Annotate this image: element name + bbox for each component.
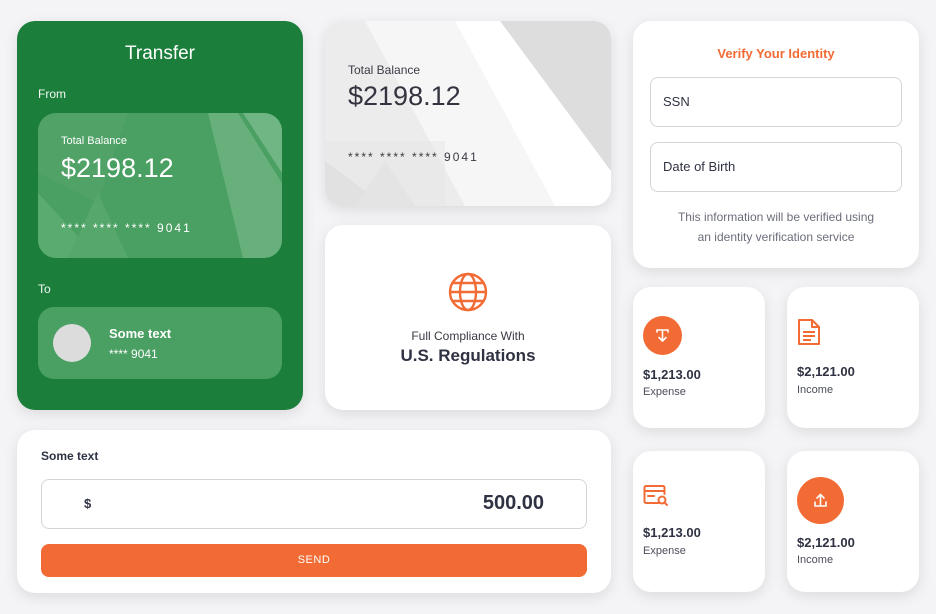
card-search-icon <box>643 485 668 506</box>
amount-value: 500.00 <box>482 492 544 514</box>
card-number: **** **** **** 9041 <box>348 150 479 164</box>
income-stat-card-2[interactable]: $2,121.00 Income <box>787 451 919 592</box>
card-pattern <box>325 21 611 206</box>
compliance-card: Full Compliance With U.S. Regulations <box>325 225 611 410</box>
balance-label: Total Balance <box>348 63 421 77</box>
stat-value: $1,213.00 <box>643 367 701 382</box>
document-icon <box>798 319 820 345</box>
stat-value: $2,121.00 <box>797 364 855 379</box>
income-stat-card[interactable]: $2,121.00 Income <box>787 287 919 428</box>
amount-input[interactable]: $ 500.00 <box>41 479 587 529</box>
to-label: To <box>38 282 51 296</box>
stat-caption: Expense <box>643 386 686 398</box>
compliance-subtitle: Full Compliance With <box>411 329 525 343</box>
transfer-title: Transfer <box>124 43 196 64</box>
from-label: From <box>38 87 66 101</box>
stat-value: $1,213.00 <box>643 525 701 540</box>
recipient-account: **** 9041 <box>109 347 158 361</box>
source-card[interactable]: Total Balance $2198.12 **** **** **** 90… <box>38 113 282 258</box>
send-button[interactable]: SEND <box>41 544 587 577</box>
send-card: Some text $ 500.00 SEND <box>17 430 611 593</box>
download-icon <box>643 316 682 355</box>
stat-caption: Expense <box>643 545 686 557</box>
verify-note-line2: an identity verification service <box>697 230 855 244</box>
send-label: Some text <box>41 449 99 463</box>
globe-icon <box>448 272 488 312</box>
recipient-selector[interactable]: Some text **** 9041 <box>38 307 282 379</box>
expense-stat-card[interactable]: $1,213.00 Expense <box>633 287 765 428</box>
date-of-birth-field[interactable]: Date of Birth <box>650 142 902 192</box>
expense-stat-card-2[interactable]: $1,213.00 Expense <box>633 451 765 592</box>
stat-value: $2,121.00 <box>797 535 855 550</box>
verify-note: This information will be verified using … <box>653 207 899 247</box>
compliance-title: U.S. Regulations <box>400 346 536 365</box>
recipient-name: Some text <box>109 326 172 341</box>
card-balance: $2198.12 <box>61 153 174 183</box>
card-number: **** **** **** 9041 <box>61 221 192 235</box>
stat-caption: Income <box>797 554 834 566</box>
transfer-card: Transfer From Total Balance $2198.12 ***… <box>17 21 303 410</box>
avatar <box>53 324 91 362</box>
currency-symbol: $ <box>84 496 92 511</box>
verify-note-line1: This information will be verified using <box>677 210 875 224</box>
upload-icon <box>797 477 844 524</box>
card-balance-label: Total Balance <box>61 135 128 147</box>
verify-title: Verify Your Identity <box>717 46 835 61</box>
verify-identity-card: Verify Your Identity SSN Date of Birth T… <box>633 21 919 268</box>
balance-amount: $2198.12 <box>348 81 461 111</box>
stat-caption: Income <box>797 384 834 396</box>
ssn-field[interactable]: SSN <box>650 77 902 127</box>
balance-card: Total Balance $2198.12 **** **** **** 90… <box>325 21 611 206</box>
